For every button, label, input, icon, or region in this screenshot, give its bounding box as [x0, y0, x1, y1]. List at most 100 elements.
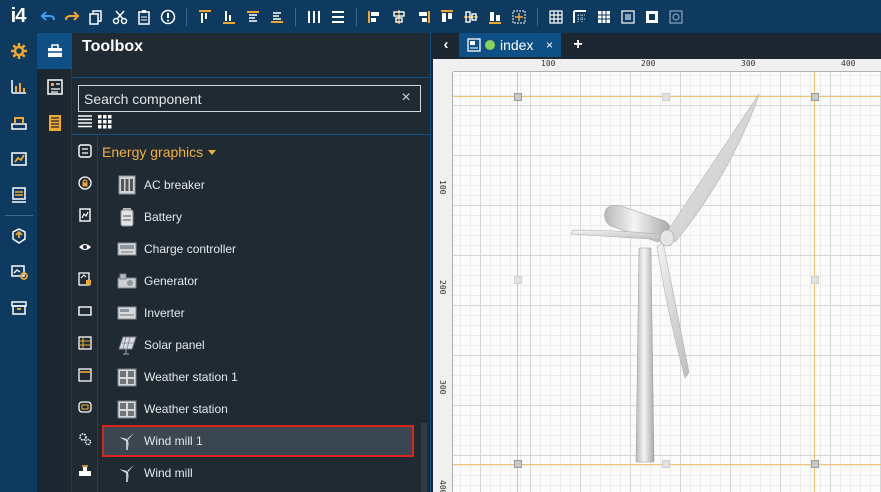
category-energy-graphics[interactable]: Energy graphics	[102, 144, 217, 160]
pages-icon[interactable]	[37, 105, 72, 141]
category-column	[72, 135, 98, 492]
scrollbar[interactable]	[421, 423, 427, 492]
component-label: Weather station	[144, 402, 228, 416]
media-icon[interactable]	[72, 391, 98, 423]
scada-icon[interactable]	[0, 105, 37, 141]
table-icon[interactable]	[72, 327, 98, 359]
align-right-icon[interactable]	[412, 6, 434, 28]
component-item-selected[interactable]: Wind mill 1	[102, 425, 414, 457]
app-logo: i4	[10, 5, 27, 27]
deploy-icon[interactable]	[0, 218, 37, 254]
ac-breaker-icon	[116, 174, 138, 196]
gears-icon[interactable]	[72, 423, 98, 455]
tab-bar: ‹ index × +	[431, 33, 881, 57]
component-label: Generator	[144, 274, 199, 288]
archive-icon[interactable]	[0, 290, 37, 326]
component-item[interactable]: Weather station 1	[102, 361, 414, 393]
align-bottom-icon[interactable]	[218, 6, 240, 28]
list-icon[interactable]	[72, 135, 98, 167]
app-window: i4 Toolbox Search component × Energy gra…	[0, 0, 881, 492]
component-item[interactable]: Battery	[102, 201, 414, 233]
ruler-label: 200	[641, 59, 656, 68]
toolbox-icon[interactable]	[37, 33, 72, 69]
component-item[interactable]: AC breaker	[102, 169, 414, 201]
align-middle-bottom-icon[interactable]	[266, 6, 288, 28]
component-label: Wind mill	[144, 466, 193, 480]
ruler-horizontal: 100 200 300 400	[453, 59, 881, 72]
cut-icon[interactable]	[109, 6, 131, 28]
frame-icon[interactable]	[72, 295, 98, 327]
copy-icon[interactable]	[85, 6, 107, 28]
devices-icon[interactable]	[0, 177, 37, 213]
close-tab-icon[interactable]: ×	[546, 38, 553, 52]
component-item[interactable]: Wind mill	[102, 457, 414, 489]
table-icon[interactable]	[593, 6, 615, 28]
clear-search-icon[interactable]: ×	[398, 90, 414, 106]
search-input[interactable]	[78, 85, 421, 112]
ruler-label: 100	[438, 180, 447, 195]
gauge-icon[interactable]	[72, 263, 98, 295]
paste-icon[interactable]	[133, 6, 155, 28]
component-label: AC breaker	[144, 178, 205, 192]
align-bottom-edge-icon[interactable]	[484, 6, 506, 28]
chevron-left-icon[interactable]: ‹	[437, 36, 455, 54]
component-list: AC breaker Battery Charge controller Gen…	[102, 169, 414, 489]
add-tab-icon[interactable]: +	[569, 36, 587, 54]
reports-icon[interactable]	[0, 141, 37, 177]
align-left-icon[interactable]	[364, 6, 386, 28]
window-icon[interactable]	[72, 359, 98, 391]
wind-mill-icon	[116, 430, 138, 452]
redo-icon[interactable]	[61, 6, 83, 28]
ungroup-icon[interactable]	[665, 6, 687, 28]
component-item[interactable]: Solar panel	[102, 329, 414, 361]
main-navigation	[0, 33, 37, 492]
charge-controller-icon	[116, 238, 138, 260]
distribute-vertical-icon[interactable]	[303, 6, 325, 28]
eye-icon[interactable]	[72, 231, 98, 263]
inverter-icon	[116, 302, 138, 324]
snap-icon[interactable]	[569, 6, 591, 28]
component-item[interactable]: Charge controller	[102, 233, 414, 265]
component-item[interactable]: Generator	[102, 265, 414, 297]
align-top-edge-icon[interactable]	[436, 6, 458, 28]
designer-panel-tabs	[37, 33, 72, 492]
divider	[72, 134, 430, 135]
align-top-icon[interactable]	[194, 6, 216, 28]
solar-panel-icon	[116, 334, 138, 356]
chart-icon[interactable]	[72, 199, 98, 231]
design-canvas[interactable]	[453, 72, 881, 492]
grid-icon[interactable]	[545, 6, 567, 28]
align-middle-top-icon[interactable]	[242, 6, 264, 28]
toolbox-panel: Toolbox × Energy graphics AC	[72, 33, 430, 492]
component-label: Wind mill 1	[144, 434, 203, 448]
layer-icon[interactable]	[617, 6, 639, 28]
distribute-horizontal-icon[interactable]	[327, 6, 349, 28]
properties-icon[interactable]	[37, 69, 72, 105]
ruler-label: 100	[541, 59, 556, 68]
monitor-icon[interactable]	[0, 254, 37, 290]
component-item[interactable]: Weather station	[102, 393, 414, 425]
analytics-icon[interactable]	[0, 69, 37, 105]
info-icon[interactable]	[157, 6, 179, 28]
tab-index[interactable]: index ×	[459, 33, 561, 57]
toolbar-separator	[537, 7, 538, 26]
editor-area: ‹ index × + 100 200 300 400 100 200 300 …	[430, 33, 881, 492]
undo-icon[interactable]	[37, 6, 59, 28]
ruler-label: 300	[438, 380, 447, 395]
align-center-icon[interactable]	[388, 6, 410, 28]
component-item[interactable]: Inverter	[102, 297, 414, 329]
pipe-icon[interactable]	[72, 455, 98, 487]
component-label: Inverter	[144, 306, 185, 320]
wind-turbine-graphic[interactable]	[453, 72, 881, 492]
tab-label: index	[500, 37, 534, 53]
settings-icon[interactable]	[0, 33, 37, 69]
center-icon[interactable]	[508, 6, 530, 28]
component-label: Charge controller	[144, 242, 237, 256]
group-icon[interactable]	[641, 6, 663, 28]
lock-icon[interactable]	[72, 167, 98, 199]
grid-view-icon[interactable]	[98, 115, 112, 129]
align-center-v-icon[interactable]	[460, 6, 482, 28]
list-view-icon[interactable]	[78, 115, 92, 129]
top-toolbar: i4	[0, 0, 881, 33]
caret-down-icon	[208, 149, 217, 155]
